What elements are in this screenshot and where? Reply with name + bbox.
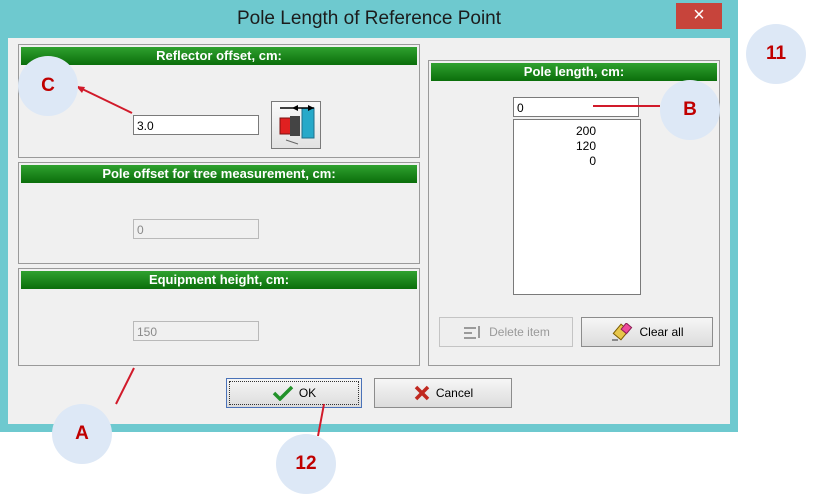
annotation-b: B [660, 80, 720, 140]
annotation-a: A [52, 404, 112, 464]
annotation-12: 12 [276, 434, 336, 494]
annotation-line-a [115, 367, 135, 405]
annotation-line-c [75, 85, 133, 114]
annotation-11: 11 [746, 24, 806, 84]
annotation-line-12 [317, 403, 325, 437]
annotation-c: C [18, 56, 78, 116]
annotation-lines [75, 85, 660, 437]
